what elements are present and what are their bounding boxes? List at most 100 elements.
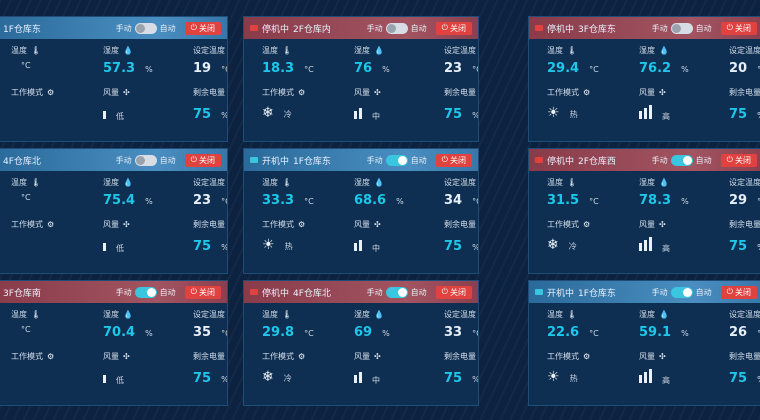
card-body: 温度🌡湿度💧设定温度🌡18.3°C76%23°C工作模式⚙风量✣剩余电量▭❄冷中… <box>244 41 478 141</box>
manual-label: 手动 <box>366 155 383 165</box>
wind-level-label: 高 <box>662 112 670 121</box>
field-label: 湿度 💧 <box>639 45 669 56</box>
current-humidity-unit: % <box>382 65 390 74</box>
card-body: 温度 🌡 湿度 💧 设定温度🌡 °C 75.4% 23 °C 工作模式 ⚙ 风量 ✣ 剩余电量▭ 低 75% <box>0 173 227 273</box>
field-label-text: 剩余电量 <box>729 88 760 97</box>
current-temperature: 29.8 °C <box>262 325 314 340</box>
power-off-button[interactable]: ⏻ 关闭 <box>720 285 757 299</box>
wind-level: 高 <box>639 237 670 254</box>
field-label: 工作模式 ⚙ <box>262 219 305 230</box>
current-temperature-unit: °C <box>21 61 31 70</box>
current-temperature-number: 22.6 <box>547 325 580 340</box>
card-header: 开机中 1F仓库东 手动 自动 ⏻ 关闭 <box>529 281 760 303</box>
auto-mode-toggle[interactable] <box>134 154 157 166</box>
power-off-button[interactable]: ⏻ 关闭 <box>435 153 472 167</box>
field-label: 湿度 💧 <box>354 309 384 320</box>
battery-level-number: 75 <box>193 107 212 122</box>
wind-bar <box>359 372 362 383</box>
current-temperature-number: 29.8 <box>262 325 295 340</box>
auto-mode-toggle[interactable] <box>670 286 693 298</box>
field-label-text: 温度 <box>11 310 27 319</box>
field-label-text: 湿度 <box>639 46 655 55</box>
work-mode-label: 热 <box>569 374 578 383</box>
power-off-button[interactable]: ⏻ 关闭 <box>184 285 221 299</box>
work-mode: ☀ 热 <box>547 369 578 385</box>
power-off-button[interactable]: ⏻ 关闭 <box>720 21 757 35</box>
set-temperature: 23 °C <box>193 193 227 208</box>
field-label-text: 剩余电量 <box>444 220 476 229</box>
auto-mode-toggle[interactable] <box>385 22 408 34</box>
mode-gear-icon: ⚙ <box>47 220 55 229</box>
wind-bar <box>639 375 642 383</box>
auto-mode-toggle[interactable] <box>670 22 693 34</box>
field-label: 工作模式 ⚙ <box>11 87 54 98</box>
field-label-text: 湿度 <box>103 46 119 55</box>
auto-mode-toggle[interactable] <box>134 22 157 34</box>
auto-mode-toggle[interactable] <box>670 154 693 166</box>
field-label-text: 湿度 <box>354 310 370 319</box>
field-label: 剩余电量▭ <box>729 219 760 230</box>
field-label-text: 设定温度 <box>193 310 225 319</box>
field-label: 设定温度🌡 <box>193 309 227 320</box>
power-off-button[interactable]: ⏻ 关闭 <box>184 21 221 35</box>
wind-level-label: 高 <box>662 244 670 253</box>
power-off-button[interactable]: ⏻ 关闭 <box>720 153 757 167</box>
wind-bar <box>644 372 647 383</box>
wind-level: 高 <box>639 369 670 386</box>
field-label: 湿度 💧 <box>639 177 669 188</box>
droplet-icon: 💧 <box>659 178 669 187</box>
battery-level: 75% <box>444 371 478 386</box>
field-label-text: 温度 <box>11 46 27 55</box>
device-card: 停机中2F仓库西 手动 自动 ⏻关闭温度 🌡 湿度 💧 设定温度🌡 31.5 °C 78.3% 29°… <box>528 148 760 274</box>
card-body: 温度 🌡 湿度 💧 设定温度🌡 29.4 °C 76.2% 20°C 工作模式 ⚙ 风量 ✣ 剩余电量▭ ☀… <box>529 41 760 141</box>
auto-mode-toggle[interactable] <box>385 154 408 166</box>
snow-icon: ❄ <box>547 237 559 253</box>
wind-level-bars-icon <box>354 237 362 251</box>
mode-gear-icon: ⚙ <box>47 88 55 97</box>
droplet-icon: 💧 <box>659 310 669 319</box>
battery-level: 75% <box>193 107 227 122</box>
droplet-icon: 💧 <box>374 178 384 187</box>
device-status: 停机中 <box>250 286 289 299</box>
auto-mode-toggle[interactable] <box>385 286 408 298</box>
battery-level-number: 75 <box>444 371 463 386</box>
field-label: 工作模式 ⚙ <box>547 351 590 362</box>
field-label: 工作模式 ⚙ <box>11 219 54 230</box>
field-label: 温度 🌡 <box>262 177 292 188</box>
field-label: 剩余电量▭ <box>444 219 478 230</box>
field-label-text: 设定温度 <box>729 178 760 187</box>
field-label-text: 剩余电量 <box>729 220 760 229</box>
status-indicator-icon <box>250 25 258 31</box>
status-text: 停机中 <box>547 156 575 167</box>
auto-label: 自动 <box>695 23 712 33</box>
toggle-knob <box>397 287 407 297</box>
current-humidity-number: 76 <box>354 61 373 76</box>
field-label: 设定温度🌡 <box>444 309 478 320</box>
field-label: 风量 ✣ <box>639 351 666 362</box>
power-off-button[interactable]: ⏻ 关闭 <box>184 153 221 167</box>
auto-label: 自动 <box>159 155 176 165</box>
field-label-text: 风量 <box>354 88 370 97</box>
current-humidity: 76.2% <box>639 61 689 76</box>
droplet-icon: 💧 <box>659 46 669 55</box>
device-location: 2F仓库西 <box>578 156 616 167</box>
current-temperature-unit: °C <box>304 197 314 206</box>
power-off-label: 关闭 <box>450 23 466 33</box>
set-temperature-unit: °C <box>221 65 227 74</box>
device-location: 3F仓库东 <box>578 24 616 35</box>
auto-mode-toggle[interactable] <box>134 286 157 298</box>
power-off-button[interactable]: ⏻ 关闭 <box>435 21 472 35</box>
current-humidity-number: 75.4 <box>103 193 136 208</box>
manual-label: 手动 <box>651 155 668 165</box>
field-label-text: 湿度 <box>103 178 119 187</box>
current-humidity-unit: % <box>681 197 689 206</box>
work-mode: ❄ 冷 <box>262 369 292 385</box>
field-label-text: 工作模式 <box>547 352 579 361</box>
wind-bar <box>103 111 106 119</box>
wind-bar <box>644 108 647 119</box>
power-off-label: 关闭 <box>199 287 215 297</box>
power-off-button[interactable]: ⏻ 关闭 <box>435 285 472 299</box>
field-label-text: 风量 <box>354 352 370 361</box>
current-humidity-unit: % <box>681 65 689 74</box>
wind-level: 中 <box>354 237 380 254</box>
